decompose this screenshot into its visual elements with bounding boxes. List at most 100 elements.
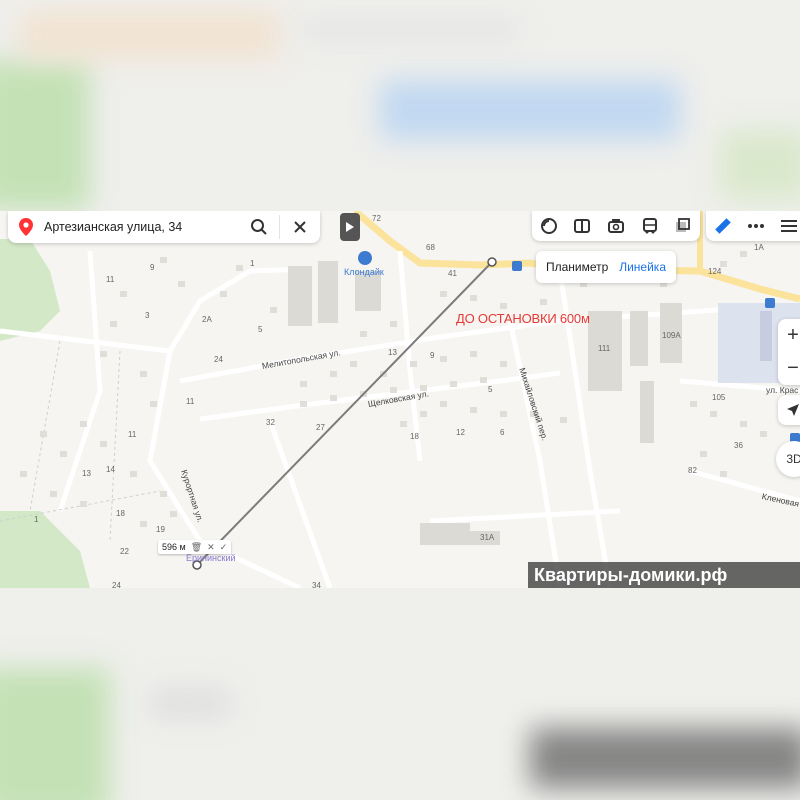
clear-button[interactable]	[280, 211, 320, 243]
house-number: 72	[372, 214, 381, 223]
house-number: 18	[116, 509, 125, 518]
house-shape	[110, 321, 117, 327]
annotation-text: ДО ОСТАНОВКИ 600м	[456, 311, 590, 326]
house-number: 111	[598, 344, 611, 353]
house-number: 41	[448, 269, 457, 278]
house-number: 11	[186, 397, 195, 406]
house-shape	[560, 417, 567, 423]
house-shape	[140, 371, 147, 377]
house-shape	[440, 291, 447, 297]
house-number: 5	[488, 385, 493, 394]
house-shape	[390, 387, 397, 393]
close-icon[interactable]: ✕	[207, 542, 215, 553]
more-icon[interactable]	[744, 214, 768, 238]
house-number: 18	[410, 432, 419, 441]
layers-stack-icon[interactable]	[671, 214, 695, 238]
poi-shop-icon[interactable]	[358, 251, 372, 265]
house-shape	[300, 381, 307, 387]
house-number: 105	[712, 393, 726, 402]
house-shape	[450, 381, 457, 387]
house-shape	[350, 361, 357, 367]
search-button[interactable]	[239, 211, 279, 243]
house-shape	[710, 411, 717, 417]
house-shape	[410, 361, 417, 367]
house-shape	[100, 351, 107, 357]
house-shape	[160, 257, 167, 263]
search-input[interactable]: Артезианская улица, 34	[44, 220, 239, 234]
house-shape	[360, 331, 367, 337]
collapse-panel-button[interactable]	[340, 213, 360, 241]
house-shape	[500, 411, 507, 417]
panorama-icon[interactable]	[570, 214, 594, 238]
house-shape	[480, 377, 487, 383]
distance-value: 596 м	[162, 542, 186, 552]
house-number: 6	[500, 428, 505, 437]
house-number: 109А	[662, 331, 681, 340]
planimeter-option[interactable]: Планиметр	[546, 260, 608, 274]
navigation-arrow-icon	[787, 404, 799, 416]
house-shape	[100, 441, 107, 447]
house-shape	[300, 401, 307, 407]
house-number: 36	[734, 441, 743, 450]
house-shape	[140, 521, 147, 527]
house-shape	[40, 431, 47, 437]
house-number: 22	[120, 547, 129, 556]
house-shape	[270, 307, 277, 313]
ruler-option[interactable]: Линейка	[619, 260, 666, 274]
poi-label[interactable]: Клондайк	[344, 267, 384, 277]
zoom-out-button[interactable]: −	[787, 357, 799, 380]
house-number: 13	[82, 469, 91, 478]
ruler-mode-popup: Планиметр Линейка	[536, 251, 676, 283]
house-shape	[500, 303, 507, 309]
house-shape	[390, 321, 397, 327]
house-number: 11	[128, 430, 137, 439]
house-shape	[120, 291, 127, 297]
trash-icon[interactable]: 🗑	[191, 542, 202, 553]
close-icon	[294, 221, 306, 233]
house-number: 1	[34, 515, 39, 524]
house-shape	[50, 491, 57, 497]
check-icon[interactable]: ✓	[220, 542, 228, 553]
layers-icon[interactable]	[537, 214, 561, 238]
house-number: 82	[688, 466, 697, 475]
house-shape	[330, 371, 337, 377]
house-number: 27	[316, 423, 325, 432]
zoom-control: + −	[778, 319, 800, 385]
house-shape	[470, 351, 477, 357]
locate-button[interactable]	[778, 395, 800, 425]
watermark: Квартиры-домики.рф	[528, 562, 800, 588]
house-number: 68	[426, 243, 435, 252]
house-shape	[178, 281, 185, 287]
house-shape	[470, 295, 477, 301]
play-icon	[346, 222, 354, 232]
blurred-top-area	[0, 0, 800, 211]
house-number: 1	[250, 259, 255, 268]
bus-icon[interactable]	[638, 214, 662, 238]
house-number: 24	[214, 355, 223, 364]
house-shape	[220, 291, 227, 297]
house-number: 2А	[202, 315, 212, 324]
house-shape	[400, 421, 407, 427]
house-shape	[420, 411, 427, 417]
house-number: 3	[145, 311, 150, 320]
house-number: 11	[106, 275, 115, 284]
house-number: 24	[112, 581, 121, 588]
menu-icon[interactable]	[777, 214, 800, 238]
house-shape	[150, 401, 157, 407]
house-number: 19	[156, 525, 165, 534]
district-label: Ерининский	[186, 553, 236, 563]
house-number: 1А	[754, 243, 764, 252]
house-shape	[740, 251, 747, 257]
house-number: 14	[106, 465, 115, 474]
zoom-in-button[interactable]: +	[787, 324, 799, 347]
house-shape	[690, 401, 697, 407]
ruler-icon[interactable]	[711, 214, 735, 238]
house-shape	[500, 361, 507, 367]
house-number: 12	[456, 428, 465, 437]
camera-icon[interactable]	[604, 214, 628, 238]
house-shape	[60, 451, 67, 457]
house-number: 31А	[480, 533, 495, 542]
map-view[interactable]: Клондайк Ерининский Мелитопольская ул. Щ…	[0, 211, 800, 588]
blurred-bottom-area	[0, 588, 800, 800]
house-shape	[440, 401, 447, 407]
